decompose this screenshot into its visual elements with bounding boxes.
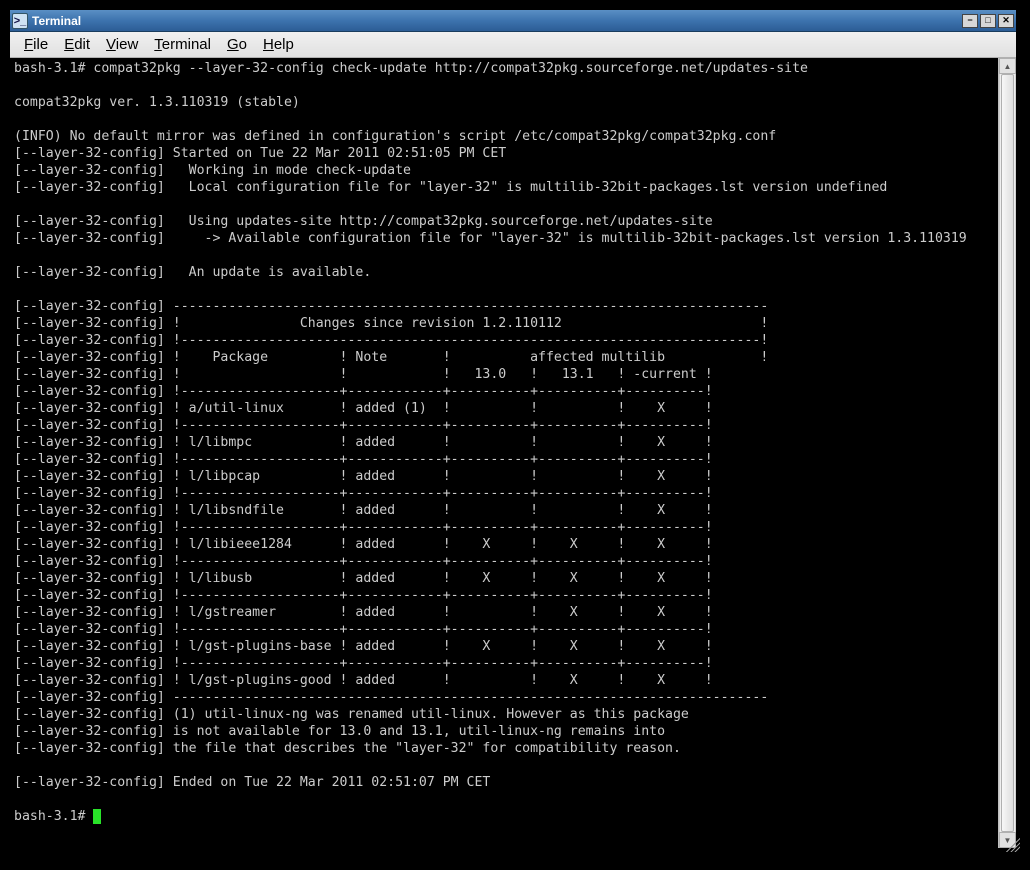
- titlebar[interactable]: >_ Terminal − □ ✕: [10, 10, 1016, 32]
- terminal-window: >_ Terminal − □ ✕ File Edit View Termina…: [8, 8, 1018, 850]
- scrollbar[interactable]: ▲ ▼: [998, 58, 1016, 848]
- menu-help[interactable]: Help: [255, 34, 302, 55]
- cursor: [93, 809, 101, 824]
- menu-view[interactable]: View: [98, 34, 146, 55]
- titlebar-buttons: − □ ✕: [962, 14, 1014, 28]
- menu-go[interactable]: Go: [219, 34, 255, 55]
- menu-file[interactable]: File: [16, 34, 56, 55]
- close-button[interactable]: ✕: [998, 14, 1014, 28]
- terminal-icon: >_: [12, 13, 28, 29]
- scroll-track[interactable]: [999, 74, 1016, 832]
- menubar: File Edit View Terminal Go Help: [10, 32, 1016, 58]
- minimize-button[interactable]: −: [962, 14, 978, 28]
- menu-edit[interactable]: Edit: [56, 34, 98, 55]
- maximize-button[interactable]: □: [980, 14, 996, 28]
- terminal-output[interactable]: bash-3.1# compat32pkg --layer-32-config …: [10, 58, 998, 848]
- scroll-up-button[interactable]: ▲: [999, 58, 1016, 74]
- menu-terminal[interactable]: Terminal: [146, 34, 219, 55]
- terminal-body: bash-3.1# compat32pkg --layer-32-config …: [10, 58, 1016, 848]
- scroll-thumb[interactable]: [1001, 74, 1014, 832]
- resize-grip-icon[interactable]: [1006, 838, 1020, 852]
- window-title: Terminal: [32, 14, 962, 28]
